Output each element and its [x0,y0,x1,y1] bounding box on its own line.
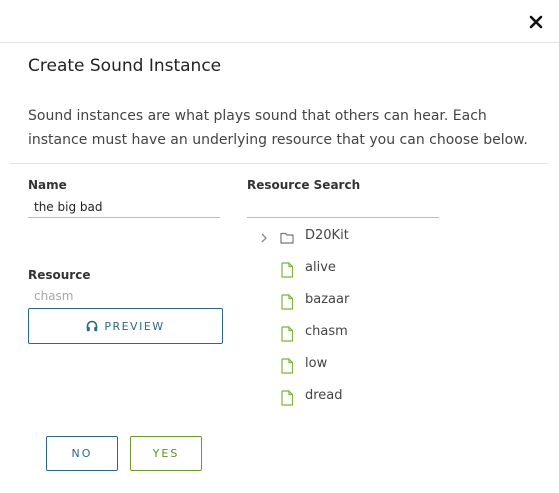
tree-item-alive[interactable]: alive [254,254,514,286]
no-button[interactable]: NO [46,436,118,471]
tree-item-d20kit[interactable]: D20Kit [254,222,514,254]
tree-item-label: chasm [305,324,348,339]
header-divider [0,42,559,43]
file-icon [281,294,294,310]
section-divider [10,163,548,164]
tree-item-label: D20Kit [305,228,349,243]
tree-item-low[interactable]: low [254,350,514,382]
resource-search-label: Resource Search [247,178,361,192]
folder-icon [280,232,294,244]
dialog-description: Sound instances are what plays sound tha… [28,108,528,148]
close-button[interactable] [522,8,550,36]
tree-item-label: dread [305,388,343,403]
resource-search-input[interactable] [247,197,439,218]
preview-button[interactable]: PREVIEW [28,308,223,344]
tree-item-bazaar[interactable]: bazaar [254,286,514,318]
resource-value: chasm [34,289,74,303]
dialog-title: Create Sound Instance [28,56,222,76]
tree-item-chasm[interactable]: chasm [254,318,514,350]
tree-item-label: low [305,356,328,371]
file-icon [281,326,294,342]
chevron-right-icon[interactable] [258,232,270,244]
name-input[interactable] [28,197,220,218]
name-label: Name [28,178,67,192]
file-icon [281,262,294,278]
preview-label: PREVIEW [104,319,165,333]
file-icon [281,358,294,374]
resource-tree: D20Kit alive bazaar chasm low dread [254,222,514,414]
tree-item-label: alive [305,260,336,275]
resource-label: Resource [28,268,91,282]
tree-item-label: bazaar [305,292,350,307]
tree-item-dread[interactable]: dread [254,382,514,414]
headphones-icon [87,320,98,332]
file-icon [281,390,294,406]
yes-button[interactable]: YES [130,436,202,471]
close-icon [529,15,543,29]
